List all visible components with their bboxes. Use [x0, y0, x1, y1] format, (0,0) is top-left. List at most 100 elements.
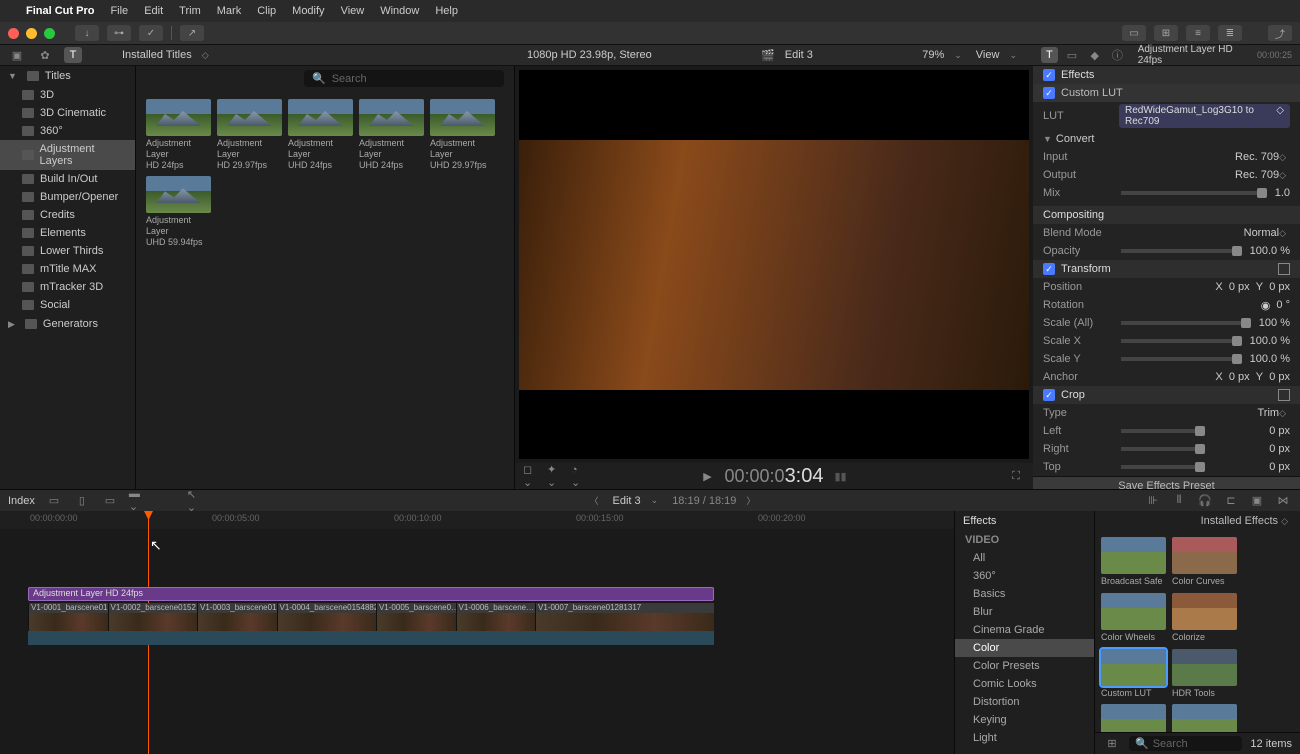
sidebar-item[interactable]: mTitle MAX — [0, 260, 135, 278]
browser-thumb[interactable]: Adjustment LayerUHD 59.94fps — [146, 176, 211, 247]
menu-view[interactable]: View — [341, 5, 365, 17]
transform-reticle-icon[interactable] — [1278, 263, 1290, 275]
insp-lut[interactable]: LUTRedWideGamut_Log3G10 to Rec709◇ — [1033, 102, 1300, 130]
audio-skim-button[interactable]: ⫴ — [1170, 493, 1188, 509]
select-tool[interactable]: ↖ ⌄ — [187, 493, 205, 509]
timeline-toggle[interactable]: ≡ — [1186, 25, 1210, 41]
library-icon[interactable]: ▣ — [8, 47, 26, 63]
audio-track[interactable] — [28, 631, 714, 645]
timeline-clip[interactable]: V1-0004_barscene01548823 — [277, 603, 376, 631]
effects-category[interactable]: Color Presets — [955, 657, 1094, 675]
menu-edit[interactable]: Edit — [144, 5, 163, 17]
transitions-button[interactable]: ⋈ — [1274, 493, 1292, 509]
timeline-index-button[interactable]: Index — [8, 495, 35, 507]
timeline-clip[interactable]: V1-0002_barscene0152… — [108, 603, 197, 631]
sidebar-item[interactable]: Credits — [0, 206, 135, 224]
browser-search[interactable]: 🔍 Search — [304, 70, 504, 87]
sidebar-head-titles[interactable]: ▼Titles — [0, 66, 135, 86]
effect-thumb[interactable] — [1172, 704, 1237, 732]
effect-thumb[interactable]: Color Wheels — [1101, 593, 1166, 643]
sidebar-item[interactable]: 3D Cinematic — [0, 104, 135, 122]
insp-crop-head[interactable]: ✓Crop — [1033, 386, 1300, 404]
timeline-ruler[interactable]: 00:00:00:00 00:00:05:00 00:00:10:00 00:0… — [0, 511, 954, 529]
menu-window[interactable]: Window — [380, 5, 419, 17]
effects-category[interactable]: Keying — [955, 711, 1094, 729]
timecode[interactable]: 00:00:03:04 — [725, 465, 824, 488]
insp-mix[interactable]: Mix1.0 — [1033, 184, 1300, 202]
menu-modify[interactable]: Modify — [292, 5, 324, 17]
inspector-tab-video[interactable]: ▭ — [1064, 47, 1081, 63]
menu-clip[interactable]: Clip — [257, 5, 276, 17]
timeline-fwd[interactable]: 〉 — [746, 494, 755, 507]
play-button[interactable]: ▶ — [699, 468, 717, 484]
retime-tool[interactable]: ◔ ⌄ — [571, 468, 589, 484]
inspector-tab-generator[interactable]: ◆ — [1086, 47, 1103, 63]
timeline-clip[interactable]: V1-0001_barscene01… — [28, 603, 108, 631]
solo-button[interactable]: 🎧 — [1196, 493, 1214, 509]
inspector-tab-text[interactable]: T — [1041, 47, 1058, 63]
menu-help[interactable]: Help — [435, 5, 458, 17]
insp-blend[interactable]: Blend ModeNormal ◇ — [1033, 224, 1300, 242]
minimize-button[interactable] — [26, 28, 37, 39]
effects-category[interactable]: Cinema Grade — [955, 621, 1094, 639]
timeline-back[interactable]: 〈 — [589, 494, 598, 507]
render-button[interactable]: ✓ — [139, 25, 163, 41]
import-button[interactable]: ↓ — [75, 25, 99, 41]
effect-thumb[interactable]: Broadcast Safe — [1101, 537, 1166, 587]
insert-clip-button[interactable]: ▯ — [73, 493, 91, 509]
sidebar-item[interactable]: 3D — [0, 86, 135, 104]
sidebar-item[interactable]: Social — [0, 296, 135, 314]
effects-browser-button[interactable]: ▣ — [1248, 493, 1266, 509]
insp-crop-right[interactable]: Right0 px — [1033, 440, 1300, 458]
append-clip-button[interactable]: ▭ — [101, 493, 119, 509]
effects-category[interactable]: 360° — [955, 567, 1094, 585]
insp-convert[interactable]: ▼Convert — [1033, 130, 1300, 148]
insp-effects-head[interactable]: ✓Effects — [1033, 66, 1300, 84]
timeline-clip[interactable]: V1-0007_barscene01281317 — [535, 603, 714, 631]
crop-reticle-icon[interactable] — [1278, 389, 1290, 401]
fullscreen-button[interactable]: ⛶ — [1007, 468, 1025, 484]
effect-thumb[interactable]: Colorize — [1172, 593, 1237, 643]
sidebar-item[interactable]: mTracker 3D — [0, 278, 135, 296]
effect-thumb[interactable]: HDR Tools — [1172, 649, 1237, 699]
arrow-tool[interactable]: ↗ — [180, 25, 204, 41]
snap-button[interactable]: ⊏ — [1222, 493, 1240, 509]
effects-category[interactable]: All — [955, 549, 1094, 567]
sidebar-head-generators[interactable]: ▶Generators — [0, 314, 135, 334]
menu-mark[interactable]: Mark — [217, 5, 241, 17]
effects-category[interactable]: Light — [955, 729, 1094, 747]
connect-clip-button[interactable]: ▭ — [45, 493, 63, 509]
overwrite-clip-button[interactable]: ▬ ⌄ — [129, 493, 147, 509]
sidebar-item[interactable]: Lower Thirds — [0, 242, 135, 260]
insp-opacity[interactable]: Opacity100.0 % — [1033, 242, 1300, 260]
keyword-button[interactable]: ⊶ — [107, 25, 131, 41]
menu-file[interactable]: File — [110, 5, 128, 17]
save-effects-preset-button[interactable]: Save Effects Preset — [1033, 476, 1300, 489]
share-button[interactable]: ⤴ — [1268, 25, 1292, 41]
insp-crop-left[interactable]: Left0 px — [1033, 422, 1300, 440]
view-menu[interactable]: View — [976, 49, 1000, 61]
inspector-toggle[interactable]: ≣ — [1218, 25, 1242, 41]
insp-crop-top[interactable]: Top0 px — [1033, 458, 1300, 476]
sidebar-item[interactable]: 360° — [0, 122, 135, 140]
effects-category[interactable]: Distortion — [955, 693, 1094, 711]
effects-grid-view[interactable]: ⊞ — [1103, 736, 1121, 752]
sidebar-item[interactable]: Build In/Out — [0, 170, 135, 188]
effects-search[interactable]: 🔍Search — [1129, 736, 1242, 751]
effects-category[interactable]: Basics — [955, 585, 1094, 603]
timeline-clip[interactable]: V1-0005_barscene0… — [376, 603, 456, 631]
browser-thumb[interactable]: Adjustment LayerUHD 24fps — [359, 99, 424, 170]
browser-thumb[interactable]: Adjustment LayerHD 29.97fps — [217, 99, 282, 170]
insp-output[interactable]: OutputRec. 709 ◇ — [1033, 166, 1300, 184]
browser-toggle[interactable]: ⊞ — [1154, 25, 1178, 41]
insp-scale-y[interactable]: Scale Y100.0 % — [1033, 350, 1300, 368]
browser-thumb[interactable]: Adjustment LayerUHD 29.97fps — [430, 99, 495, 170]
timeline-project[interactable]: Edit 3 — [613, 495, 641, 507]
titles-icon[interactable]: T — [64, 47, 82, 63]
menu-app[interactable]: Final Cut Pro — [26, 5, 94, 17]
zoom-level[interactable]: 79% — [922, 49, 944, 61]
effect-thumb[interactable]: Custom LUT — [1101, 649, 1166, 699]
effect-thumb[interactable]: Color Curves — [1172, 537, 1237, 587]
timeline[interactable]: 00:00:00:00 00:00:05:00 00:00:10:00 00:0… — [0, 511, 955, 754]
browser-title-menu[interactable]: ◇ — [202, 50, 209, 61]
